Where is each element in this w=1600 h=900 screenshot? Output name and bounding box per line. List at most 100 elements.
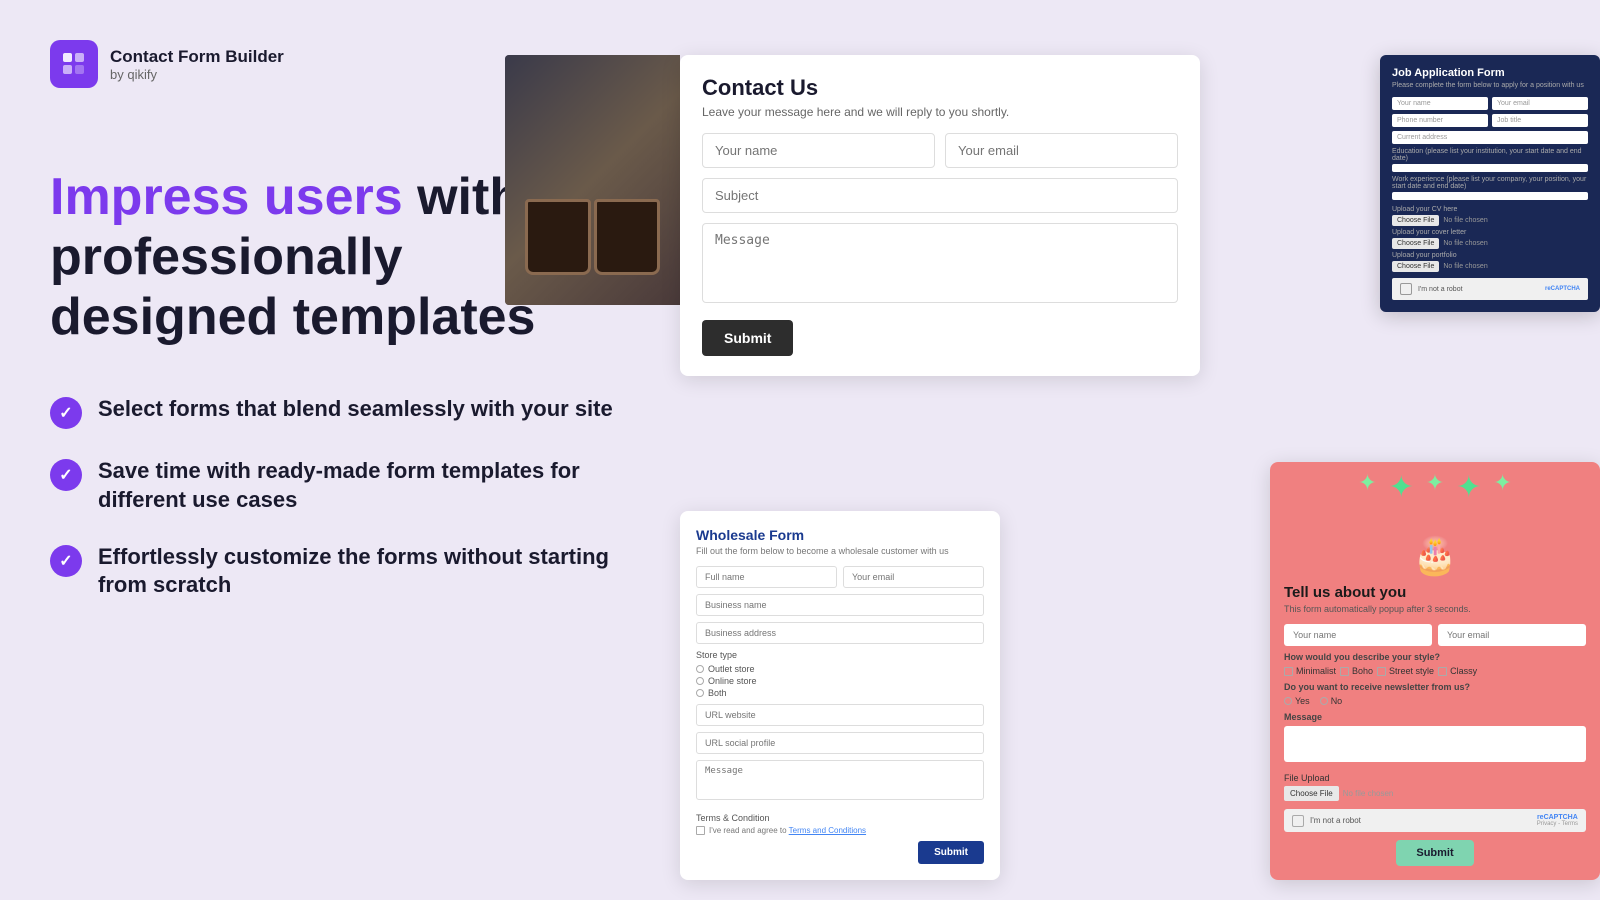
job-address-row: Current address [1392,131,1588,144]
popup-sparkle-group: ✦ ✦ ✦ ✦ ✦ [1358,470,1512,505]
popup-file-text: No file chosen [1343,789,1394,798]
wholesale-subtitle: Fill out the form below to become a whol… [696,546,984,556]
job-email-field: Your email [1492,97,1588,110]
popup-check-boho[interactable]: Boho [1340,666,1373,676]
ws-radio-both[interactable]: Both [696,688,984,698]
popup-form-body: Tell us about you This form automaticall… [1270,572,1600,880]
popup-radio-yes-btn[interactable] [1284,697,1292,705]
ws-radio-outlet[interactable]: Outlet store [696,664,984,674]
ws-email-input[interactable] [843,566,984,588]
popup-check-classy-box[interactable] [1438,667,1447,676]
popup-newsletter-label: Do you want to receive newsletter from u… [1284,682,1586,692]
right-panel: Contact Us Leave your message here and w… [680,0,1600,900]
ws-terms-label: Terms & Condition [696,813,984,823]
job-application-card: Job Application Form Please complete the… [1380,55,1600,312]
popup-captcha-checkbox[interactable] [1292,815,1304,827]
popup-recaptcha-logo: reCAPTCHA Privacy - Terms [1537,814,1578,827]
job-phone-job-row: Phone number Job title [1392,114,1588,127]
popup-captcha-text: I'm not a robot [1310,816,1531,825]
job-education-field [1392,164,1588,172]
contact-card-image [505,55,680,305]
contact-us-card: Contact Us Leave your message here and w… [680,55,1200,376]
job-work-label: Work experience (please list your compan… [1392,176,1588,190]
ws-terms-link[interactable]: Terms and Conditions [789,826,866,835]
wholesale-card: Wholesale Form Fill out the form below t… [680,511,1000,880]
popup-upload-label: File Upload [1284,773,1586,783]
ws-message-input[interactable] [696,760,984,800]
ws-name-email-row [696,566,984,588]
ws-store-type-label: Store type [696,650,984,660]
popup-captcha-row: I'm not a robot reCAPTCHA Privacy - Term… [1284,809,1586,832]
contact-name-email-row [702,133,1178,168]
checkmark-icon-2 [50,459,82,491]
ws-radio-online[interactable]: Online store [696,676,984,686]
contact-submit-button[interactable]: Submit [702,320,793,356]
job-captcha-checkbox[interactable] [1400,283,1412,295]
popup-message-label: Message [1284,712,1586,722]
ws-terms-section: Terms & Condition I've read and agree to… [696,813,984,835]
job-cv-choose-button[interactable]: Choose File [1392,215,1439,226]
popup-radio-no[interactable]: No [1320,696,1343,706]
ws-url-input[interactable] [696,704,984,726]
popup-check-classy-label: Classy [1450,666,1477,676]
job-education-label: Education (please list your institution,… [1392,148,1588,162]
popup-form-subtitle: This form automatically popup after 3 se… [1284,604,1586,614]
wholesale-title: Wholesale Form [696,527,984,543]
popup-check-boho-box[interactable] [1340,667,1349,676]
ws-terms-checkbox[interactable] [696,826,705,835]
popup-submit-button[interactable]: Submit [1396,840,1473,866]
job-captcha-text: I'm not a robot [1418,286,1539,293]
popup-form-title: Tell us about you [1284,584,1586,601]
sparkle-icon-3: ✦ [1426,470,1444,505]
sparkle-icon-4: ✦ [1456,470,1481,505]
popup-radio-yes-label: Yes [1295,696,1310,706]
ws-address-input[interactable] [696,622,984,644]
popup-check-street-label: Street style [1389,666,1434,676]
popup-radio-yes[interactable]: Yes [1284,696,1310,706]
ws-terms-text: I've read and agree to Terms and Conditi… [709,826,866,835]
job-card-subtitle: Please complete the form below to apply … [1392,82,1588,89]
contact-name-input[interactable] [702,133,935,168]
popup-name-input[interactable] [1284,624,1432,646]
popup-email-input[interactable] [1438,624,1586,646]
popup-card: ✦ ✦ ✦ ✦ ✦ 🎂 Tell us about you This form … [1270,462,1600,880]
ws-social-input[interactable] [696,732,984,754]
app-logo-icon [50,40,98,88]
contact-subject-input[interactable] [702,178,1178,213]
job-portfolio-choose-button[interactable]: Choose File [1392,261,1439,272]
job-work-field [1392,192,1588,200]
sparkle-icon-5: ✦ [1493,470,1511,505]
popup-upload-row: Choose File No file chosen [1284,786,1586,801]
popup-check-street[interactable]: Street style [1377,666,1434,676]
contact-subtitle: Leave your message here and we will repl… [702,105,1178,119]
feature-item-1: Select forms that blend seamlessly with … [50,395,630,429]
ws-fullname-input[interactable] [696,566,837,588]
job-captcha-row: I'm not a robot reCAPTCHA [1392,278,1588,300]
contact-form-body: Contact Us Leave your message here and w… [680,55,1200,376]
job-portfolio-file-text: No file chosen [1443,263,1487,270]
contact-message-input[interactable] [702,223,1178,303]
job-recaptcha-logo: reCAPTCHA [1545,286,1580,292]
ws-radio-both-label: Both [708,688,727,698]
popup-check-minimalist[interactable]: Minimalist [1284,666,1336,676]
popup-radio-no-label: No [1331,696,1343,706]
feature-text-1: Select forms that blend seamlessly with … [98,395,613,424]
popup-choose-file-button[interactable]: Choose File [1284,786,1339,801]
ws-business-input[interactable] [696,594,984,616]
job-portfolio-upload: Upload your portfolio Choose File No fil… [1392,252,1588,272]
job-cover-choose-button[interactable]: Choose File [1392,238,1439,249]
job-card-title: Job Application Form [1392,67,1588,79]
popup-check-classy[interactable]: Classy [1438,666,1477,676]
popup-check-minimalist-box[interactable] [1284,667,1293,676]
ws-radio-outlet-btn[interactable] [696,665,704,673]
ws-radio-online-btn[interactable] [696,677,704,685]
ws-submit-button[interactable]: Submit [918,841,984,864]
popup-message-input[interactable] [1284,726,1586,762]
popup-newsletter-group: Yes No [1284,696,1586,706]
job-cover-upload: Upload your cover letter Choose File No … [1392,229,1588,249]
contact-email-input[interactable] [945,133,1178,168]
popup-radio-no-btn[interactable] [1320,697,1328,705]
ws-store-type-group: Outlet store Online store Both [696,664,984,698]
popup-check-street-box[interactable] [1377,667,1386,676]
ws-radio-both-btn[interactable] [696,689,704,697]
